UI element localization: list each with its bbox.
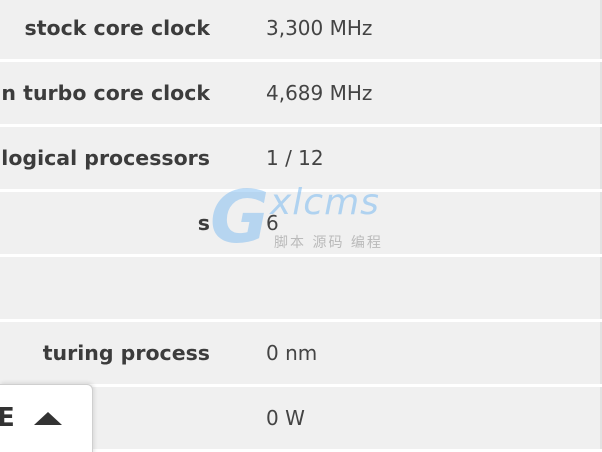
collapse-button[interactable]: E — [0, 384, 93, 452]
spec-label-text: turing process — [42, 341, 210, 365]
spec-label-text: stock core clock — [24, 16, 210, 40]
spec-row-turbo-core-clock: n turbo core clock 4,689 MHz — [0, 62, 602, 124]
collapse-label: E — [0, 403, 16, 433]
spec-value: 3,300 MHz — [266, 16, 373, 40]
spec-row-cores: s 6 — [0, 192, 602, 254]
spec-row-manufacturing-process: turing process 0 nm — [0, 322, 602, 384]
spec-label: s — [0, 192, 210, 254]
spec-row-empty — [0, 257, 602, 319]
spec-label: n turbo core clock — [0, 62, 210, 124]
spec-page: stock core clock 3,300 MHz n turbo core … — [0, 0, 602, 452]
spec-value: 0 W — [266, 406, 305, 430]
spec-label: turing process — [0, 322, 210, 384]
spec-label — [0, 257, 210, 319]
spec-row-stock-core-clock: stock core clock 3,300 MHz — [0, 0, 602, 59]
spec-label-text: s — [197, 211, 210, 235]
spec-value: 0 nm — [266, 341, 318, 365]
spec-label: stock core clock — [0, 0, 210, 59]
spec-value: 6 — [266, 211, 279, 235]
caret-up-icon — [34, 412, 62, 425]
spec-value: 4,689 MHz — [266, 81, 373, 105]
spec-label-text: n turbo core clock — [1, 81, 210, 105]
spec-label-text: / logical processors — [0, 146, 210, 170]
spec-value: 1 / 12 — [266, 146, 324, 170]
spec-row-logical-processors: / logical processors 1 / 12 — [0, 127, 602, 189]
spec-label: / logical processors — [0, 127, 210, 189]
